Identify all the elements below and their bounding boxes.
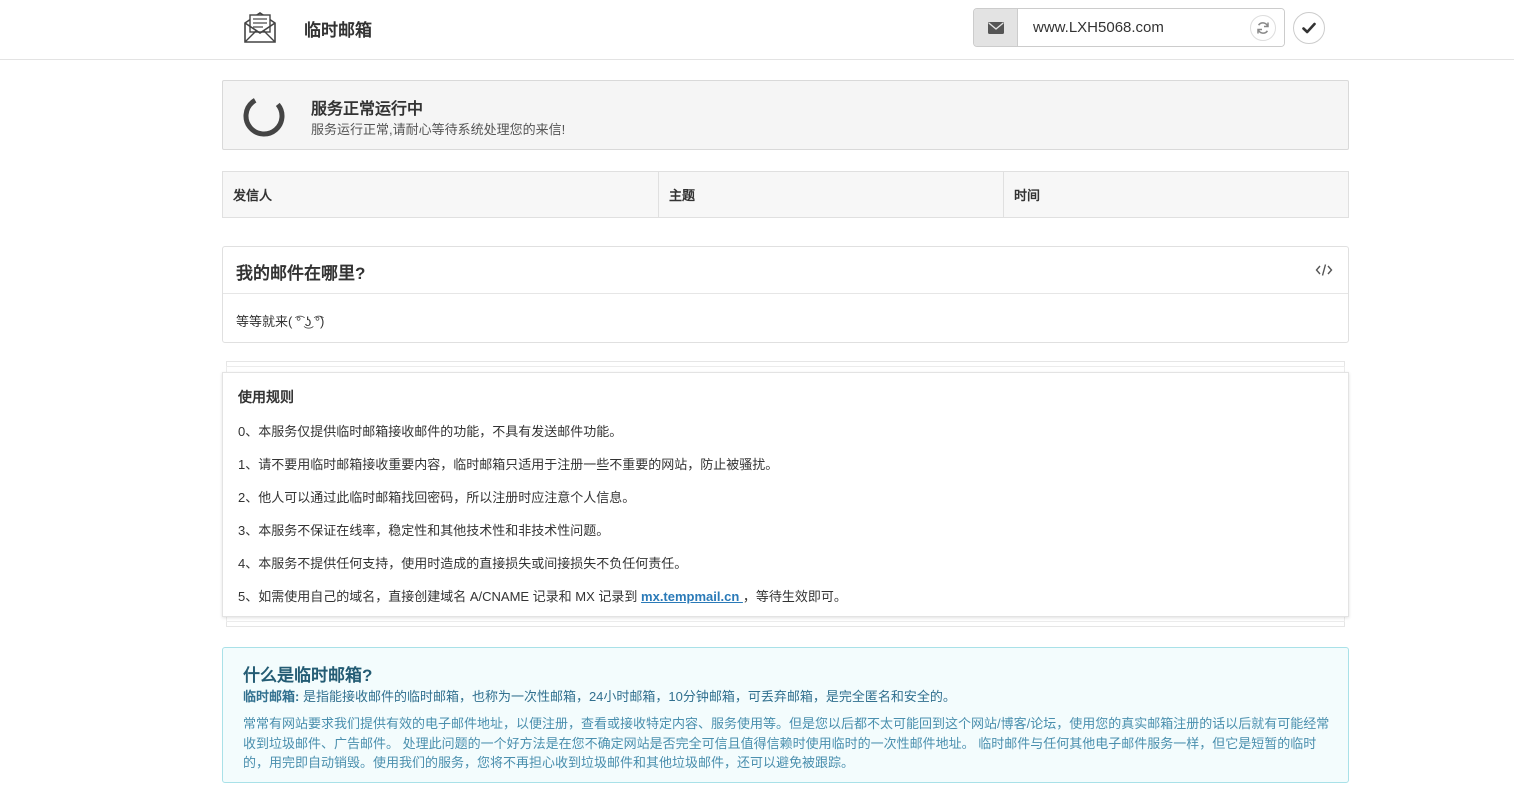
check-icon bbox=[1302, 22, 1316, 34]
service-status-box: 服务正常运行中 服务运行正常,请耐心等待系统处理您的来信! bbox=[222, 80, 1349, 150]
panel-title: 我的邮件在哪里? bbox=[236, 264, 366, 283]
rule-item: 1、请不要用临时邮箱接收重要内容，临时邮箱只适用于注册一些不重要的网站，防止被骚… bbox=[238, 457, 779, 472]
brand-title[interactable]: 临时邮箱 bbox=[304, 16, 372, 41]
mail-table-header: 发信人 主题 时间 bbox=[222, 171, 1349, 218]
panel-header: 我的邮件在哪里? bbox=[223, 247, 1348, 294]
envelope-letter-icon[interactable] bbox=[242, 9, 278, 45]
panel-body-text: 等等就来( ͡° ͜ʖ ͡°) bbox=[236, 314, 325, 329]
code-icon[interactable] bbox=[1315, 262, 1333, 278]
rule-item: 4、本服务不提供任何支持，使用时造成的直接损失或间接损失不负任何责任。 bbox=[238, 556, 688, 571]
about-title: 什么是临时邮箱? bbox=[243, 666, 373, 685]
usage-rules-card: 使用规则 0、本服务仅提供临时邮箱接收邮件的功能，不具有发送邮件功能。 1、请不… bbox=[222, 372, 1349, 617]
column-sender: 发信人 bbox=[223, 172, 659, 217]
where-is-my-mail-panel: 我的邮件在哪里? 等等就来( ͡° ͜ʖ ͡°) bbox=[222, 246, 1349, 343]
rule-item-prefix: 5、如需使用自己的域名，直接创建域名 A/CNAME 记录和 MX 记录到 bbox=[238, 589, 642, 604]
envelope-icon bbox=[974, 9, 1018, 46]
email-address-input[interactable] bbox=[1018, 9, 1284, 46]
refresh-button[interactable] bbox=[1250, 15, 1276, 41]
column-subject: 主题 bbox=[659, 172, 1004, 217]
rule-item-domain: 5、如需使用自己的域名，直接创建域名 A/CNAME 记录和 MX 记录到 mx… bbox=[238, 586, 847, 605]
rules-title: 使用规则 bbox=[238, 389, 294, 405]
rule-item: 3、本服务不保证在线率，稳定性和其他技术性和非技术性问题。 bbox=[238, 523, 610, 538]
spinner-icon bbox=[243, 95, 285, 137]
rule-item-suffix: ，等待生效即可。 bbox=[742, 589, 847, 604]
about-lead: 临时邮箱: 是指能接收邮件的临时邮箱，也称为一次性邮箱，24小时邮箱，10分钟邮… bbox=[243, 686, 956, 705]
about-lead-label: 临时邮箱: bbox=[243, 689, 300, 704]
column-time: 时间 bbox=[1014, 188, 1041, 203]
top-bar: 临时邮箱 bbox=[0, 0, 1514, 60]
about-temp-mail-box: 什么是临时邮箱? 临时邮箱: 是指能接收邮件的临时邮箱，也称为一次性邮箱，24小… bbox=[222, 647, 1349, 783]
confirm-button[interactable] bbox=[1293, 12, 1325, 44]
email-address-group bbox=[973, 8, 1285, 47]
about-lead-text: 是指能接收邮件的临时邮箱，也称为一次性邮箱，24小时邮箱，10分钟邮箱，可丢弃邮… bbox=[299, 689, 956, 704]
rule-item: 0、本服务仅提供临时邮箱接收邮件的功能，不具有发送邮件功能。 bbox=[238, 424, 623, 439]
mx-record-link[interactable]: mx.tempmail.cn bbox=[641, 589, 743, 604]
rule-item: 2、他人可以通过此临时邮箱找回密码，所以注册时应注意个人信息。 bbox=[238, 490, 636, 505]
about-paragraph: 常常有网站要求我们提供有效的电子邮件地址，以便注册，查看或接收特定内容、服务使用… bbox=[243, 716, 1330, 770]
refresh-icon bbox=[1257, 22, 1269, 34]
status-title: 服务正常运行中 bbox=[311, 101, 424, 118]
status-description: 服务运行正常,请耐心等待系统处理您的来信! bbox=[311, 122, 566, 137]
